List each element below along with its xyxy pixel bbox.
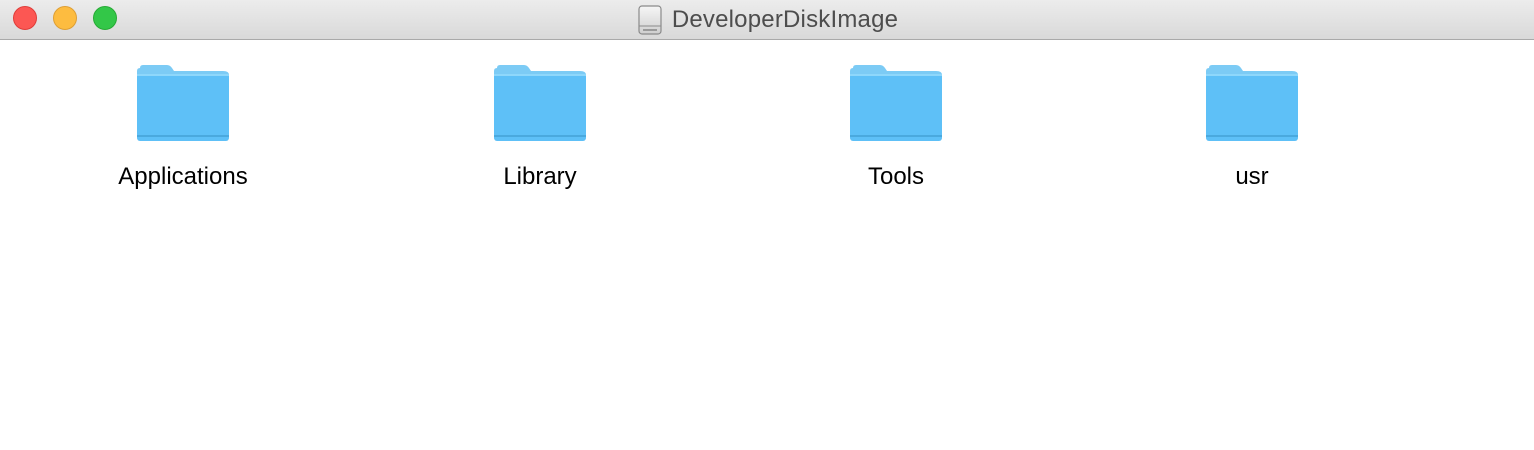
minimize-button[interactable] — [53, 6, 77, 30]
folder-item-usr[interactable]: usr — [1152, 65, 1352, 191]
folder-icon — [850, 65, 942, 141]
folder-icon — [137, 65, 229, 141]
folder-label: Tools — [867, 163, 925, 190]
zoom-button[interactable] — [93, 6, 117, 30]
finder-window: DeveloperDiskImage Applications Library — [0, 0, 1534, 450]
title-bar[interactable]: DeveloperDiskImage — [0, 0, 1534, 40]
folder-icon — [1206, 65, 1298, 141]
disk-image-icon — [638, 5, 662, 35]
folder-label: Applications — [118, 163, 248, 190]
folder-icon — [494, 65, 586, 141]
folder-item-tools[interactable]: Tools — [796, 65, 996, 191]
folder-label: usr — [1235, 163, 1269, 190]
folder-item-library[interactable]: Library — [440, 65, 640, 191]
folder-label: Library — [503, 163, 577, 190]
folder-item-applications[interactable]: Applications — [83, 65, 283, 191]
close-button[interactable] — [13, 6, 37, 30]
window-title: DeveloperDiskImage — [636, 4, 898, 36]
folder-contents: Applications Library Tools usr — [0, 41, 1534, 450]
window-title-text: DeveloperDiskImage — [671, 6, 899, 33]
